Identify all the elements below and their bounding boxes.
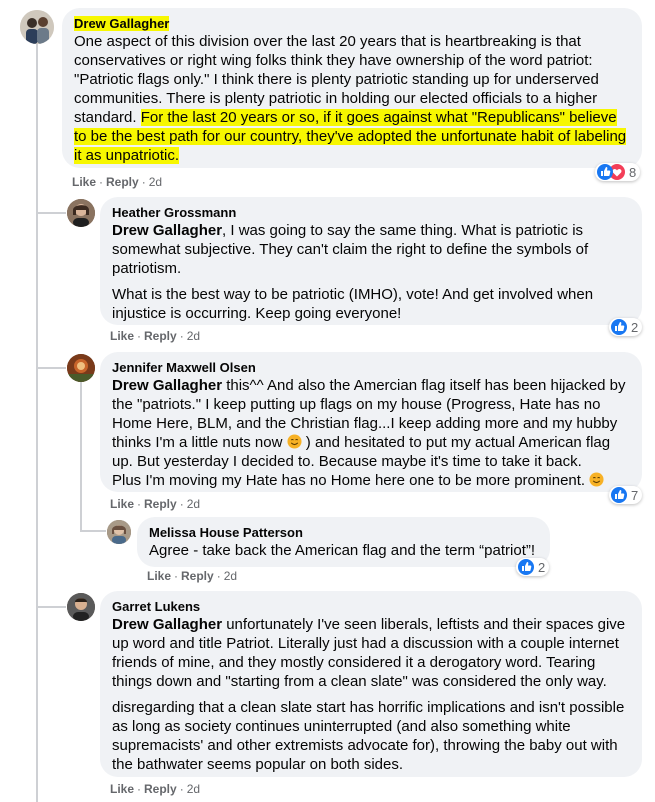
like-reaction-icon <box>611 319 627 335</box>
timestamp[interactable]: 2d <box>187 782 200 796</box>
comment-text: Drew Gallagher unfortunately I've seen l… <box>112 616 626 773</box>
reaction-summary[interactable]: 2 <box>609 318 643 336</box>
timestamp[interactable]: 2d <box>187 329 200 343</box>
smiling-face-icon <box>287 434 302 449</box>
thread-line-main <box>36 42 38 802</box>
profile-photo-icon <box>107 520 131 544</box>
like-button[interactable]: Like <box>72 175 96 189</box>
comment-bubble: Melissa House Patterson Agree - take bac… <box>137 517 550 567</box>
reply-button[interactable]: Reply <box>144 497 177 511</box>
thread-line-nested <box>80 380 82 530</box>
reaction-count: 7 <box>631 487 639 503</box>
timestamp[interactable]: 2d <box>149 175 162 189</box>
reaction-count: 8 <box>629 164 637 180</box>
comment-author[interactable]: Drew Gallagher <box>74 16 630 32</box>
timestamp[interactable]: 2d <box>187 497 200 511</box>
comment-actions: Like · Reply · 2d <box>72 175 163 189</box>
comment-actions: Like · Reply · 2d <box>110 329 201 343</box>
reply-button[interactable]: Reply <box>181 569 214 583</box>
like-reaction-icon <box>518 559 534 575</box>
avatar[interactable] <box>67 199 95 227</box>
mention-link[interactable]: Drew Gallagher <box>112 616 222 633</box>
reply-button[interactable]: Reply <box>106 175 139 189</box>
comment-bubble: Drew Gallagher One aspect of this divisi… <box>62 8 642 168</box>
comment-author[interactable]: Garret Lukens <box>112 599 630 615</box>
thread-branch <box>36 367 66 369</box>
comment-text: One aspect of this division over the las… <box>74 33 627 164</box>
profile-photo-icon <box>20 10 54 44</box>
like-button[interactable]: Like <box>110 497 134 511</box>
reply-button[interactable]: Reply <box>144 329 177 343</box>
comment-text: Drew Gallagher this^^ And also the Amerc… <box>112 377 626 489</box>
smiling-face-icon <box>589 472 604 487</box>
thread-branch <box>80 530 106 532</box>
comment-bubble: Jennifer Maxwell Olsen Drew Gallagher th… <box>100 352 642 492</box>
comment-author[interactable]: Heather Grossmann <box>112 205 630 221</box>
thread-branch <box>36 212 66 214</box>
comment-author[interactable]: Melissa House Patterson <box>149 525 538 541</box>
mention-link[interactable]: Drew Gallagher <box>112 222 222 239</box>
reaction-count: 2 <box>631 319 639 335</box>
comment-actions: Like · Reply · 2d <box>147 569 238 583</box>
like-button[interactable]: Like <box>110 329 134 343</box>
profile-photo-icon <box>67 354 95 382</box>
avatar[interactable] <box>107 520 131 544</box>
reaction-summary[interactable]: 7 <box>609 486 643 504</box>
like-reaction-icon <box>597 164 613 180</box>
mention-link[interactable]: Drew Gallagher <box>112 377 222 394</box>
profile-photo-icon <box>67 593 95 621</box>
reply-button[interactable]: Reply <box>144 782 177 796</box>
like-button[interactable]: Like <box>110 782 134 796</box>
reaction-summary[interactable]: 8 <box>595 163 641 181</box>
avatar[interactable] <box>20 10 54 44</box>
comment-author[interactable]: Jennifer Maxwell Olsen <box>112 360 630 376</box>
thread-branch <box>36 606 66 608</box>
like-button[interactable]: Like <box>147 569 171 583</box>
comment-text: Agree - take back the American flag and … <box>149 542 536 559</box>
comment-actions: Like · Reply · 2d <box>110 497 201 511</box>
comment-text: Drew Gallagher, I was going to say the s… <box>112 222 594 322</box>
comment-bubble: Garret Lukens Drew Gallagher unfortunate… <box>100 591 642 777</box>
comment-bubble: Heather Grossmann Drew Gallagher, I was … <box>100 197 642 325</box>
avatar[interactable] <box>67 593 95 621</box>
reaction-count: 2 <box>538 559 546 575</box>
highlighted-text: For the last 20 years or so, if it goes … <box>74 109 627 164</box>
avatar[interactable] <box>67 354 95 382</box>
timestamp[interactable]: 2d <box>224 569 237 583</box>
like-reaction-icon <box>611 487 627 503</box>
profile-photo-icon <box>67 199 95 227</box>
reaction-summary[interactable]: 2 <box>516 558 550 576</box>
